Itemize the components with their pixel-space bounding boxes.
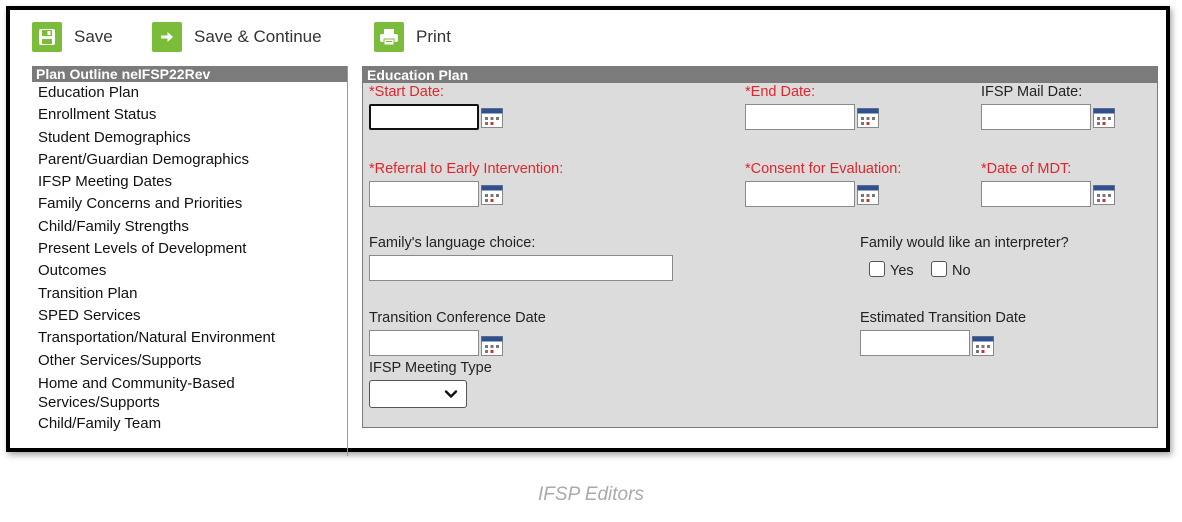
outline-item-student-demographics[interactable]: Student Demographics	[38, 127, 347, 149]
mdt-date-field[interactable]	[981, 181, 1091, 207]
transition-conference-label: Transition Conference Date	[369, 310, 546, 326]
calendar-icon[interactable]	[481, 336, 503, 356]
outline-item-home-community-services[interactable]: Home and Community-Based Services/Suppor…	[38, 372, 338, 413]
outline-item-sped-services[interactable]: SPED Services	[38, 305, 347, 327]
outline-item-transition-plan[interactable]: Transition Plan	[38, 283, 347, 305]
printer-icon	[374, 22, 404, 52]
outline-item-outcomes[interactable]: Outcomes	[38, 260, 347, 282]
save-label: Save	[74, 27, 113, 46]
estimated-transition-label: Estimated Transition Date	[860, 310, 1027, 326]
print-label: Print	[416, 27, 451, 46]
chevron-down-icon	[444, 390, 458, 398]
calendar-icon[interactable]	[1093, 108, 1115, 128]
language-field[interactable]	[369, 255, 673, 281]
floppy-disk-icon	[32, 22, 62, 52]
transition-conference-field[interactable]	[369, 330, 479, 356]
outline-item-enrollment-status[interactable]: Enrollment Status	[38, 104, 347, 126]
meeting-type-label: IFSP Meeting Type	[369, 360, 492, 376]
referral-date-field[interactable]	[369, 181, 479, 207]
outline-item-family-concerns[interactable]: Family Concerns and Priorities	[38, 193, 347, 215]
save-button[interactable]: Save	[32, 22, 113, 52]
end-date-label: *End Date:	[745, 84, 816, 100]
calendar-icon[interactable]	[481, 108, 503, 128]
outline-item-ifsp-meeting-dates[interactable]: IFSP Meeting Dates	[38, 171, 347, 193]
meeting-type-select[interactable]	[369, 380, 467, 408]
interpreter-yes-checkbox[interactable]	[869, 261, 885, 277]
outline-item-other-services[interactable]: Other Services/Supports	[38, 350, 347, 372]
interpreter-yes-label: Yes	[890, 263, 914, 279]
education-plan-header: Education Plan	[363, 67, 1157, 83]
mdt-date-label: *Date of MDT:	[981, 161, 1072, 177]
education-plan-panel: Education Plan *Start Date: *End Date: I…	[362, 66, 1158, 428]
plan-outline-panel: Plan Outline neIFSP22Rev Education Plan …	[32, 66, 348, 456]
interpreter-no-checkbox[interactable]	[931, 261, 947, 277]
plan-outline-header: Plan Outline neIFSP22Rev	[32, 66, 347, 82]
interpreter-label: Family would like an interpreter?	[860, 235, 1069, 251]
calendar-icon[interactable]	[1093, 185, 1115, 205]
consent-date-field[interactable]	[745, 181, 855, 207]
save-continue-label: Save & Continue	[194, 27, 322, 46]
outline-item-transportation[interactable]: Transportation/Natural Environment	[38, 327, 347, 349]
calendar-icon[interactable]	[857, 108, 879, 128]
calendar-icon[interactable]	[481, 185, 503, 205]
outline-item-child-family-team[interactable]: Child/Family Team	[38, 413, 347, 435]
language-label: Family's language choice:	[369, 235, 536, 251]
interpreter-no-label: No	[952, 263, 971, 279]
toolbar: Save Save & Continue Print	[10, 10, 1166, 66]
mail-date-label: IFSP Mail Date:	[981, 84, 1083, 100]
image-caption: IFSP Editors	[538, 484, 644, 505]
referral-label: *Referral to Early Intervention:	[369, 161, 564, 177]
consent-label: *Consent for Evaluation:	[745, 161, 902, 177]
arrow-right-icon	[152, 22, 182, 52]
print-button[interactable]: Print	[374, 22, 451, 52]
outline-item-present-levels[interactable]: Present Levels of Development	[38, 238, 347, 260]
estimated-transition-field[interactable]	[860, 330, 970, 356]
calendar-icon[interactable]	[857, 185, 879, 205]
outline-item-parent-guardian-demographics[interactable]: Parent/Guardian Demographics	[38, 149, 347, 171]
mail-date-field[interactable]	[981, 104, 1091, 130]
editor-window: Save Save & Continue Print Plan Outline …	[6, 6, 1170, 456]
calendar-icon[interactable]	[972, 336, 994, 356]
end-date-field[interactable]	[745, 104, 855, 130]
plan-outline-list: Education Plan Enrollment Status Student…	[32, 82, 347, 435]
outline-item-child-family-strengths[interactable]: Child/Family Strengths	[38, 216, 347, 238]
start-date-label: *Start Date:	[369, 84, 444, 100]
save-continue-button[interactable]: Save & Continue	[152, 22, 322, 52]
start-date-field[interactable]	[369, 104, 479, 130]
outline-item-education-plan[interactable]: Education Plan	[38, 82, 347, 104]
